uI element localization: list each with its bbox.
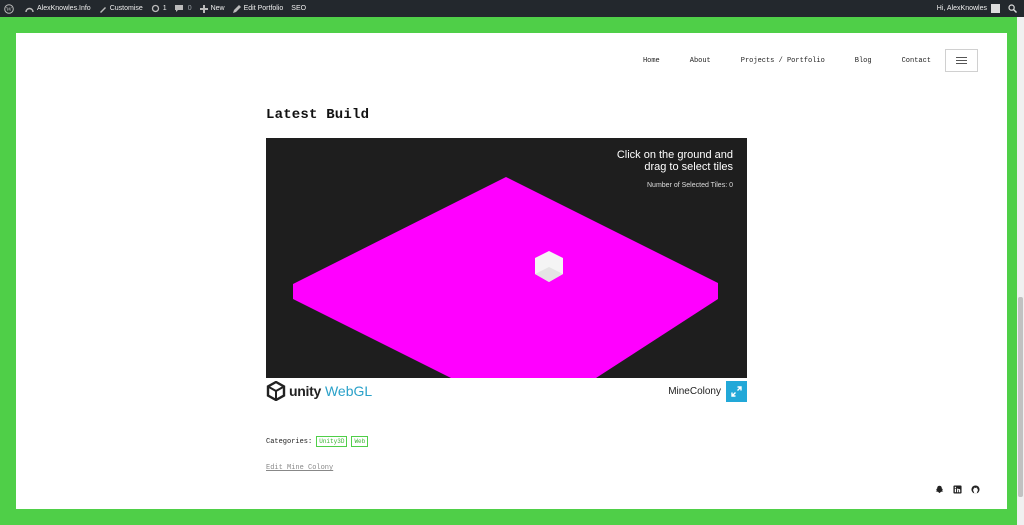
edit-post-link[interactable]: Edit Mine Colony: [266, 464, 333, 472]
comment-icon: [174, 4, 183, 12]
scrollbar[interactable]: [1017, 17, 1024, 525]
site-name-link[interactable]: AlexKnowles.Info: [21, 0, 95, 17]
nav-item-projects[interactable]: Projects / Portfolio: [741, 57, 825, 65]
refresh-icon: [151, 4, 159, 13]
greeting-label: Hi, AlexKnowles: [936, 5, 987, 12]
selected-tiles-counter: Number of Selected Tiles: 0: [647, 182, 733, 189]
fullscreen-icon: [731, 385, 742, 397]
nav-item-contact[interactable]: Contact: [902, 57, 931, 65]
seo-label: SEO: [291, 5, 307, 12]
page-title: Latest Build: [266, 107, 370, 123]
categories-label: Categories:: [266, 437, 313, 446]
unity-logo-icon: [266, 381, 286, 401]
plus-icon: [199, 4, 208, 13]
unity-webgl-logo: unity WebGL: [266, 381, 372, 401]
build-title: MineColony: [668, 385, 721, 397]
new-label: New: [210, 5, 225, 12]
nav-item-blog[interactable]: Blog: [855, 57, 872, 65]
game-scene: [293, 177, 718, 378]
category-tag-web[interactable]: Web: [351, 436, 369, 447]
pencil-icon: [232, 4, 241, 13]
customise-label: Customise: [109, 5, 143, 12]
edit-portfolio-label: Edit Portfolio: [243, 5, 284, 12]
linkedin-icon[interactable]: [953, 485, 962, 494]
categories: Categories: Unity3D Web: [266, 436, 369, 447]
nav-item-about[interactable]: About: [690, 57, 711, 65]
unity-footer: unity WebGL MineColony: [266, 380, 747, 402]
comments-count: 0: [187, 5, 192, 12]
selectable-ground[interactable]: [293, 177, 718, 378]
scrollbar-thumb[interactable]: [1018, 297, 1023, 497]
wordpress-logo-icon[interactable]: W: [0, 0, 21, 17]
site-name: AlexKnowles.Info: [37, 5, 91, 12]
search-icon: [1008, 4, 1017, 13]
svg-text:W: W: [6, 7, 12, 13]
canvas-instructions: Click on the ground and drag to select t…: [617, 149, 733, 173]
social-links: [935, 485, 980, 494]
github-icon[interactable]: [971, 485, 980, 494]
hamburger-line: [956, 57, 967, 58]
admin-bar: W AlexKnowles.Info Customise 1 0 New Edi…: [0, 0, 1024, 17]
snapchat-icon[interactable]: [935, 485, 944, 494]
category-tag-unity3d[interactable]: Unity3D: [316, 436, 348, 447]
hamburger-menu-button[interactable]: [945, 49, 978, 72]
nav-item-home[interactable]: Home: [643, 57, 660, 65]
webgl-wordmark: WebGL: [324, 383, 373, 399]
brush-icon: [99, 6, 106, 13]
dashboard-icon: [25, 7, 34, 12]
instruction-line-1: Click on the ground and: [616, 149, 733, 161]
avatar: [991, 4, 1000, 13]
fullscreen-button[interactable]: [726, 380, 747, 402]
unity-wordmark: unity: [289, 383, 321, 399]
comments-link[interactable]: 0: [171, 0, 196, 17]
seo-link[interactable]: SEO: [287, 0, 310, 17]
instruction-line-2: drag to select tiles: [644, 161, 733, 173]
updates-link[interactable]: 1: [147, 0, 171, 17]
updates-count: 1: [162, 5, 167, 12]
customise-link[interactable]: Customise: [95, 0, 147, 17]
page-panel: Home About Projects / Portfolio Blog Con…: [16, 33, 1007, 509]
main-nav: Home About Projects / Portfolio Blog Con…: [643, 49, 978, 72]
edit-portfolio-link[interactable]: Edit Portfolio: [229, 0, 288, 17]
account-menu[interactable]: Hi, AlexKnowles: [933, 0, 1004, 17]
hamburger-line: [956, 60, 967, 61]
hamburger-line: [956, 63, 967, 64]
admin-search-button[interactable]: [1004, 0, 1024, 17]
unity-webgl-canvas[interactable]: Click on the ground and drag to select t…: [266, 138, 747, 378]
new-link[interactable]: New: [196, 0, 229, 17]
